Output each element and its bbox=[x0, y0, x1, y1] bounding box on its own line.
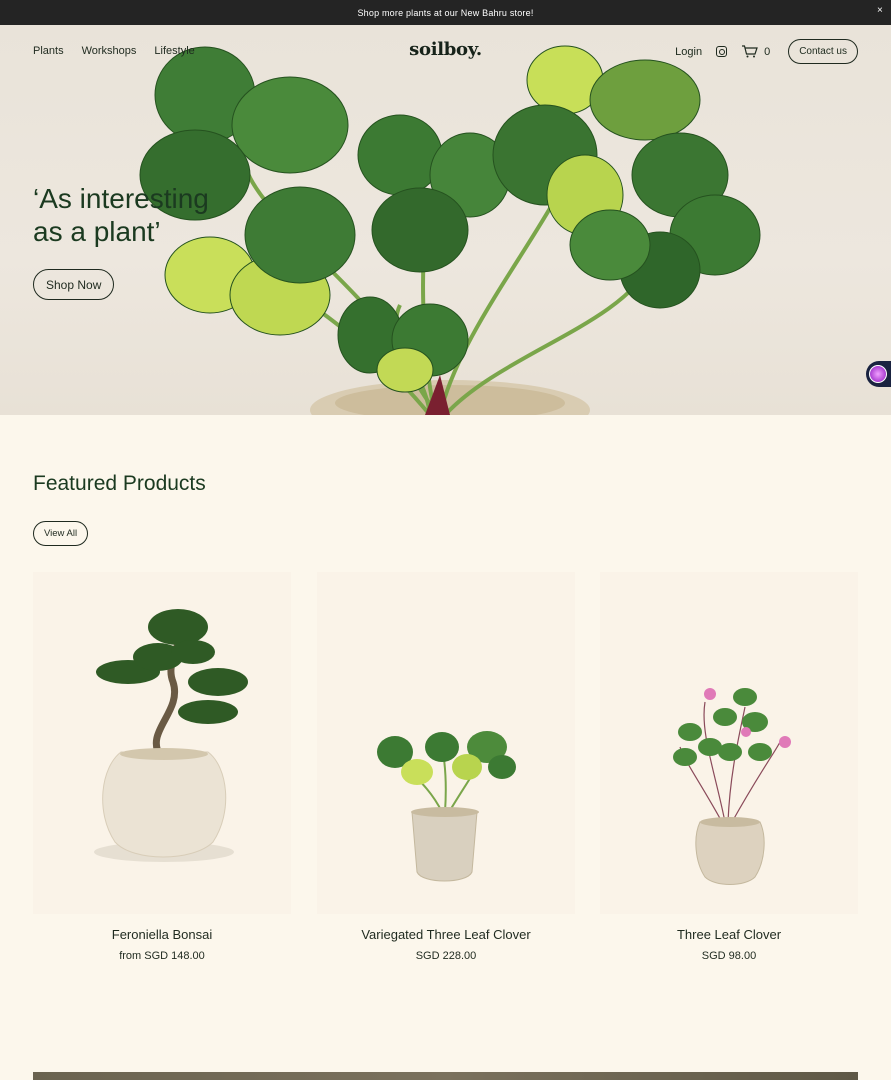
accessibility-icon bbox=[869, 365, 887, 383]
variegated-clover-image bbox=[377, 731, 516, 882]
product-card-variegated-three-leaf-clover[interactable]: Variegated Three Leaf Clover SGD 228.00 bbox=[317, 572, 575, 962]
product-name[interactable]: Variegated Three Leaf Clover bbox=[317, 927, 575, 942]
login-link[interactable]: Login bbox=[675, 46, 702, 58]
view-all-button[interactable]: View All bbox=[33, 521, 89, 546]
shop-now-button[interactable]: Shop Now bbox=[33, 269, 115, 300]
announcement-text[interactable]: Shop more plants at our New Bahru store! bbox=[357, 8, 533, 18]
product-price: from SGD 148.00 bbox=[119, 950, 205, 962]
instagram-icon[interactable] bbox=[716, 46, 728, 57]
product-price: SGD 228.00 bbox=[415, 950, 477, 962]
product-card-three-leaf-clover[interactable]: Three Leaf Clover SGD 98.00 bbox=[600, 572, 858, 962]
clover-image bbox=[673, 688, 791, 885]
cart-icon bbox=[742, 45, 758, 58]
accessibility-button[interactable] bbox=[866, 361, 891, 387]
announcement-bar: Shop more plants at our New Bahru store!… bbox=[0, 0, 891, 25]
product-name[interactable]: Three Leaf Clover bbox=[600, 927, 858, 942]
hero-headline: ‘As interesting as a plant’ bbox=[33, 182, 293, 248]
product-name[interactable]: Feroniella Bonsai bbox=[33, 927, 291, 942]
close-icon[interactable]: × bbox=[877, 5, 883, 16]
contact-button[interactable]: Contact us bbox=[788, 39, 858, 64]
top-navigation: Plants Workshops Lifestyle soilboy. Logi… bbox=[0, 25, 891, 80]
hero-headline-line1: ‘As interesting bbox=[33, 183, 209, 214]
product-card-feroniella-bonsai[interactable]: Feroniella Bonsai from SGD 148.00 bbox=[33, 572, 291, 962]
hero-headline-line2: as a plant’ bbox=[33, 216, 161, 247]
hero-banner: Plants Workshops Lifestyle soilboy. Logi… bbox=[0, 25, 891, 415]
nav-actions: Login 0 Contact us bbox=[675, 39, 858, 64]
product-image[interactable] bbox=[33, 572, 291, 914]
bonsai-image bbox=[94, 609, 248, 862]
next-section-image bbox=[33, 1072, 858, 1080]
product-price: SGD 98.00 bbox=[701, 950, 757, 962]
featured-products-title: Featured Products bbox=[33, 472, 206, 495]
product-image[interactable] bbox=[600, 572, 858, 914]
cart-button[interactable]: 0 bbox=[741, 45, 770, 58]
cart-count: 0 bbox=[764, 45, 771, 58]
product-image[interactable] bbox=[317, 572, 575, 914]
